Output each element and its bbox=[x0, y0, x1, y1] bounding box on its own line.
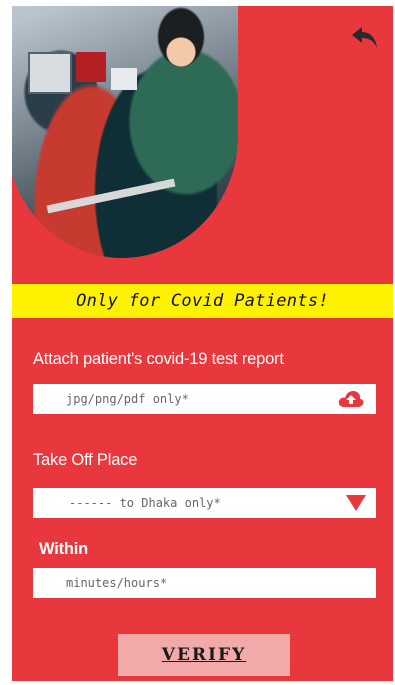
takeoff-select[interactable]: ------ to Dhaka only* bbox=[33, 488, 376, 518]
back-arrow-icon[interactable] bbox=[351, 24, 379, 50]
report-upload-field[interactable]: jpg/png/pdf only* bbox=[33, 384, 376, 414]
takeoff-label: Take Off Place bbox=[33, 451, 138, 469]
hero-photo-ambulance-interior bbox=[12, 6, 238, 258]
report-label: Attach patient's covid-19 test report bbox=[33, 350, 284, 368]
within-placeholder: minutes/hours* bbox=[66, 576, 168, 590]
screen: Only for Covid Patients! Attach patient'… bbox=[12, 6, 393, 681]
verify-button[interactable]: VERIFY bbox=[118, 634, 290, 676]
report-placeholder: jpg/png/pdf only* bbox=[66, 392, 189, 406]
stretcher-strap-shape bbox=[46, 178, 176, 214]
within-input[interactable]: minutes/hours* bbox=[33, 568, 376, 598]
cloud-upload-icon[interactable] bbox=[338, 390, 364, 408]
dropdown-triangle-icon[interactable] bbox=[345, 494, 367, 512]
monitor-shape bbox=[28, 52, 72, 94]
covid-only-banner: Only for Covid Patients! bbox=[12, 284, 393, 318]
takeoff-placeholder: ------ to Dhaka only* bbox=[69, 496, 221, 510]
verify-label: VERIFY bbox=[161, 645, 247, 665]
banner-text: Only for Covid Patients! bbox=[76, 291, 329, 311]
panel-shape bbox=[111, 68, 137, 90]
within-label: Within bbox=[39, 540, 89, 558]
equipment-shape bbox=[76, 52, 106, 82]
